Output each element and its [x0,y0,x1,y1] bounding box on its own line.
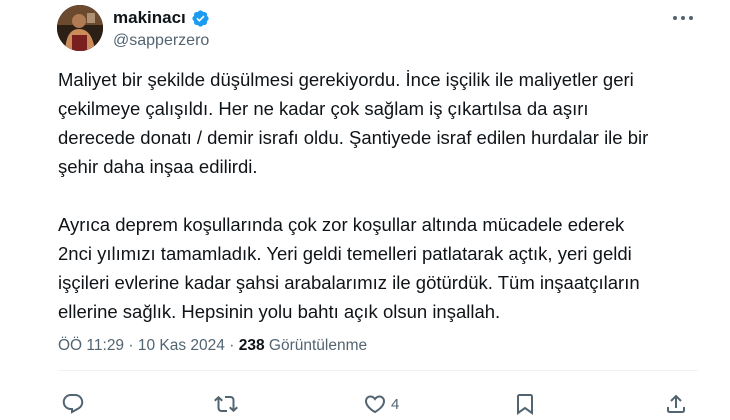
avatar-image [57,5,103,51]
tweet-time[interactable]: ÖÖ 11:29 [58,337,124,354]
like-button[interactable]: 4 [363,392,399,416]
divider [58,370,698,371]
author-handle[interactable]: @sapperzero [113,32,209,50]
meta-separator: · [128,337,134,354]
tweet-line: şehir daha inşaa edilirdi. [58,156,258,177]
reply-button[interactable] [61,392,89,416]
author-name[interactable]: makinacı [113,8,186,28]
retweet-icon [214,395,238,413]
action-bar: 4 [0,388,730,420]
verified-badge-icon [192,9,209,27]
tweet-line: 2nci yılımızı tamamladık. Yeri geldi tem… [58,243,632,264]
tweet-text: Maliyet bir şekilde düşülmesi gerekiyord… [58,65,683,326]
author-name-row: makinacı [113,8,210,28]
tweet-date[interactable]: 10 Kas 2024 [138,337,225,354]
more-icon[interactable] [672,11,694,25]
tweet-line: derecede donatı / demir israfı oldu. Şan… [58,127,649,148]
tweet-line: Ayrıca deprem koşullarında çok zor koşul… [58,214,625,235]
tweet-line: Maliyet bir şekilde düşülmesi gerekiyord… [58,69,634,90]
bookmark-button[interactable] [513,392,541,416]
avatar[interactable] [57,5,103,51]
tweet-line: ellerine sağlık. Hepsinin yolu bahtı açı… [58,301,501,322]
like-icon [364,395,386,414]
tweet-line: işçileri evlerine kadar şahsi arabalarım… [58,272,640,293]
tweet-meta: ÖÖ 11:29 · 10 Kas 2024 · 238 Görüntülenm… [58,337,367,355]
reply-icon [62,394,84,414]
retweet-button[interactable] [214,392,242,416]
share-icon [667,394,685,413]
views-count: 238 [238,337,265,354]
meta-separator: · [229,337,235,354]
tweet-line: çekilmeye çalışıldı. Her ne kadar çok sa… [58,98,589,119]
views-label: Görüntülenme [268,337,368,354]
bookmark-icon [517,394,533,415]
like-count: 4 [391,395,400,413]
share-button[interactable] [664,392,688,416]
